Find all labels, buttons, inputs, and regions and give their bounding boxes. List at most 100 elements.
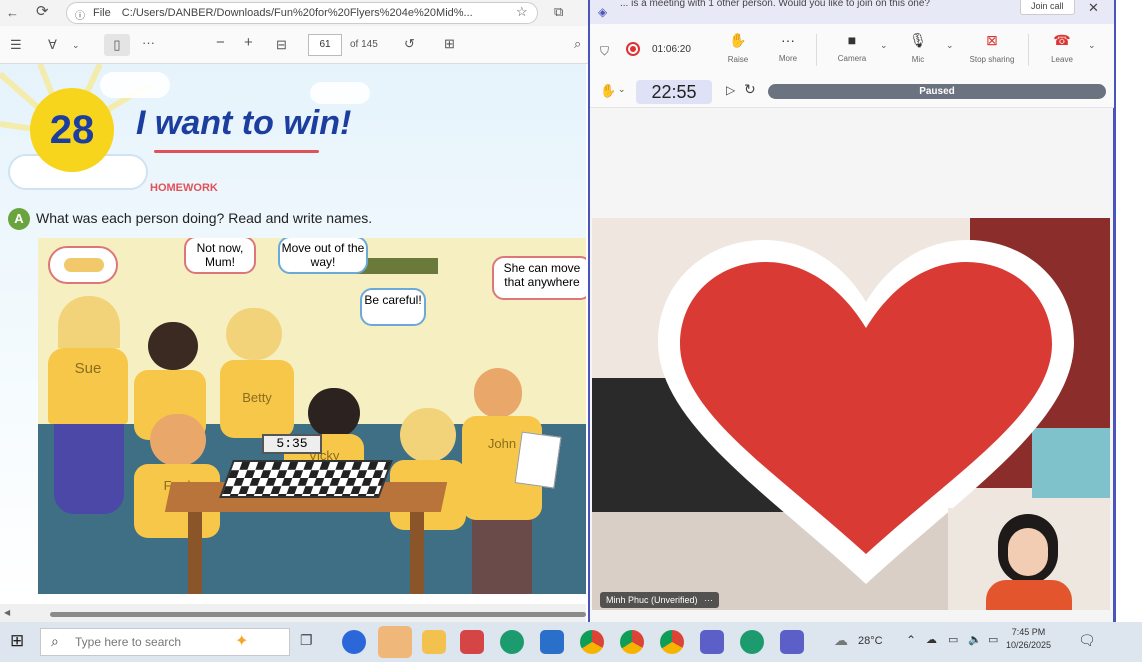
chrome-icon[interactable] [660,630,684,654]
reload-icon[interactable]: ⟳ [36,4,49,19]
reset-icon[interactable]: ↻ [744,81,756,98]
mic-icon: 🎙 [909,32,927,48]
task-view-icon[interactable]: ❐ [300,632,313,649]
self-view [948,508,1110,610]
page-view-icon[interactable]: ⊞ [444,37,455,51]
file-explorer-icon[interactable] [422,630,446,654]
scroll-thumb[interactable] [50,612,586,617]
read-aloud-icon[interactable]: ▯ [104,34,130,56]
speech-bubble: Move out of the way! [278,238,368,274]
pizza-icon [64,258,104,272]
notification-icon[interactable]: 🗨 [1078,632,1096,649]
copilot-icon[interactable] [378,626,412,658]
display-icon[interactable]: ▭ [988,633,998,646]
kid-head [150,414,206,466]
extensions-icon[interactable]: ⧉ [554,5,563,19]
teams-app-icon[interactable] [700,630,724,654]
stop-sharing-button[interactable]: ⊠ Stop sharing [962,32,1022,64]
search-placeholder: Type here to search [75,635,182,649]
hand-icon[interactable]: ✋ [600,83,616,99]
cloud [100,72,170,98]
button-label: Raise [727,55,749,64]
play-icon[interactable]: ▷ [726,83,735,97]
edge-icon[interactable] [500,630,524,654]
timer-display: 22:55 [636,80,712,104]
fit-page-icon[interactable]: ⊟ [276,38,287,52]
join-call-button[interactable]: Join call [1020,0,1075,15]
skirt [54,424,124,514]
speech-bubble: Be careful! [360,288,426,326]
windows-start-icon[interactable]: ⊞ [10,631,24,651]
notification-banner: ◈ ... is a meeting with 1 other person. … [590,0,1114,24]
leave-button[interactable]: ☎ Leave [1034,32,1090,64]
recording-icon [626,42,640,56]
speaker-icon[interactable]: 🔈 [968,633,982,646]
teams-icon: ◈ [598,5,608,19]
clock[interactable]: 7:45 PM 10/26/2025 [1006,626,1051,652]
chrome-icon[interactable] [580,630,604,654]
page-number-input[interactable]: 61 [308,34,342,56]
store-icon[interactable] [540,630,564,654]
divider [1028,34,1029,66]
chevron-down-icon[interactable]: ⌄ [880,40,888,51]
button-label: Mic [911,55,925,64]
trousers [472,520,532,594]
contents-icon[interactable]: ☰ [10,38,22,52]
button-label: Leave [1051,55,1073,64]
mic-button[interactable]: 🎙 Mic [890,32,946,64]
search-icon[interactable]: ⌕ [574,37,581,51]
video-feed: Minh Phuc (Unverified) ··· [592,218,1110,610]
draw-icon[interactable]: ∀ [48,38,57,52]
onedrive-icon[interactable]: ☁ [926,633,937,646]
back-icon[interactable]: ← [6,6,19,20]
kid-head [308,388,360,438]
chevron-down-icon[interactable]: ⌄ [1088,40,1096,51]
chess-clock: 5:35 [262,434,322,454]
pdf-toolbar: ☰ ∀ ⌄ ▯ ··· − + ⊟ 61 of 145 ↺ ⊞ ⌕ [0,26,588,64]
wps-icon[interactable] [460,630,484,654]
shirt-name: Sue [48,348,128,424]
thought-bubble [48,246,118,284]
camera-button[interactable]: ■ Camera [824,32,880,63]
hand-icon: ✋ [729,32,747,48]
unit-title: I want to win! [136,104,352,142]
sparkle-icon: ✦ [235,633,249,650]
chevron-down-icon[interactable]: ⌄ [618,84,626,95]
address-bar[interactable]: ⓘ File C:/Users/DANBER/Downloads/Fun%20f… [66,2,538,24]
rotate-icon[interactable]: ↺ [404,37,415,51]
close-icon[interactable]: ✕ [1088,0,1099,16]
more-icon[interactable]: ··· [704,595,713,605]
zoom-out-icon[interactable]: − [216,35,225,50]
more-icon[interactable]: ··· [142,36,155,50]
elapsed-time: 01:06:20 [652,44,691,55]
kid-head [226,308,282,360]
taskbar-search[interactable]: ⌕ Type here to search ✦ [40,628,290,656]
chrome-icon[interactable] [620,630,644,654]
chevron-down-icon[interactable]: ⌄ [946,40,954,51]
more-button[interactable]: ··· More [760,32,816,63]
share-icon: ⊠ [986,32,998,48]
chevron-down-icon[interactable]: ⌄ [72,38,80,52]
scroll-left-icon[interactable]: ◀ [4,608,10,617]
horizontal-scrollbar[interactable]: ◀ [0,604,586,624]
network-icon[interactable]: ▭ [948,633,958,646]
person-face [1008,528,1048,576]
weather-icon[interactable]: ☁ [834,632,848,649]
divider [816,34,817,66]
raise-hand-button[interactable]: ✋ Raise [710,32,766,64]
favorite-icon[interactable]: ☆ [516,5,528,19]
homework-label: HOMEWORK [150,182,218,194]
teams-window: ◈ ... is a meeting with 1 other person. … [588,0,1116,622]
edge-icon[interactable] [740,630,764,654]
teams-app-icon[interactable] [780,630,804,654]
zoom-in-icon[interactable]: + [244,35,253,50]
weather-temp[interactable]: 28°C [858,635,883,647]
zoom-app-icon[interactable] [342,630,366,654]
more-icon: ··· [781,32,795,48]
title-underline [154,150,319,153]
button-label: More [778,54,798,63]
info-icon: ⓘ [75,11,85,22]
chevron-up-icon[interactable]: ⌃ [906,633,916,647]
pdf-page: 28 I want to win! HOMEWORK A What was ea… [0,64,586,604]
kid-head [400,408,456,462]
